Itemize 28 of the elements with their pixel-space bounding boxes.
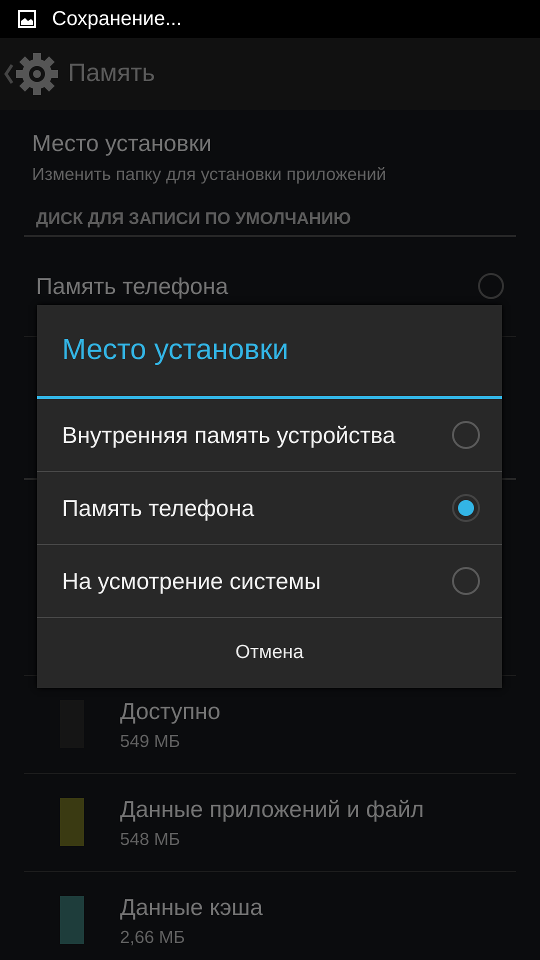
settings-icon [14, 51, 60, 97]
back-button[interactable] [4, 51, 60, 97]
dialog-option[interactable]: На усмотрение системы [37, 545, 502, 618]
storage-label: Данные приложений и файл [120, 794, 424, 824]
option-label: Внутренняя память устройства [62, 420, 396, 450]
storage-label: Данные кэша [120, 892, 263, 922]
radio-button[interactable] [452, 421, 480, 449]
option-label: На усмотрение системы [62, 566, 321, 596]
option-label: Память телефона [62, 494, 254, 523]
image-icon [18, 10, 36, 28]
radio-button[interactable] [478, 273, 504, 300]
setting-subtitle: Изменить папку для установки приложений [32, 162, 388, 186]
storage-size: 548 МБ [120, 828, 182, 852]
dialog-option[interactable]: Внутренняя память устройства [37, 399, 502, 472]
radio-button[interactable] [452, 494, 480, 522]
notification-text: Сохранение... [52, 7, 182, 32]
option-label: Память телефона [36, 272, 228, 301]
screen-title: Память [68, 58, 156, 90]
dialog-title: Место установки [37, 305, 502, 399]
dialog-option[interactable]: Память телефона [37, 472, 502, 545]
storage-label: Доступно [120, 696, 220, 726]
section-header: ДИСК ДЛЯ ЗАПИСИ ПО УМОЛЧАНИЮ [24, 202, 516, 237]
cancel-button[interactable]: Отмена [37, 618, 502, 688]
radio-button[interactable] [452, 567, 480, 595]
back-caret-icon [4, 63, 14, 85]
storage-size: 2,66 МБ [120, 926, 186, 950]
setting-title: Место установки [32, 129, 213, 158]
storage-size: 549 МБ [120, 730, 182, 754]
